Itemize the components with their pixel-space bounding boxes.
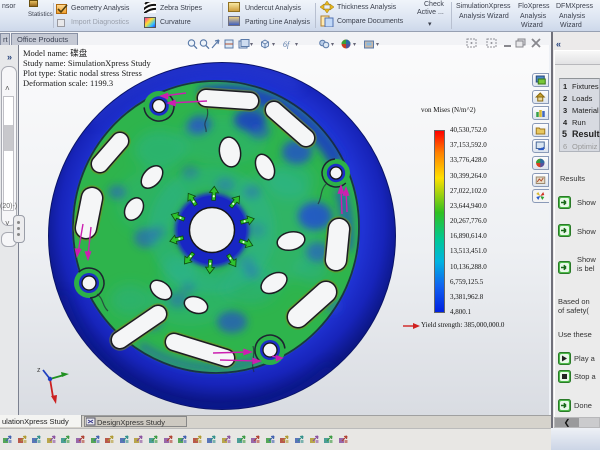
svg-text:6f: 6f	[283, 40, 291, 49]
svg-text:z: z	[37, 367, 41, 374]
